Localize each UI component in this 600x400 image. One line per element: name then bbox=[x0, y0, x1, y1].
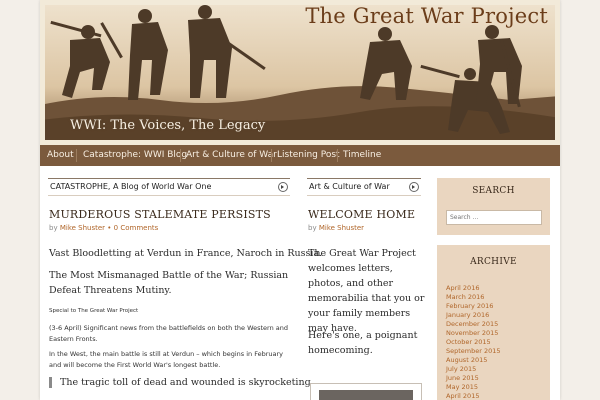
nav-item-timeline[interactable]: Timeline bbox=[343, 145, 381, 166]
post-paragraph-1: (3-6 April) Significant news from the ba… bbox=[49, 324, 289, 343]
archive-link[interactable]: January 2016 bbox=[446, 311, 489, 319]
art-widget-header[interactable]: Art & Culture of War bbox=[307, 178, 421, 196]
nav-item-about[interactable]: About bbox=[47, 145, 74, 166]
search-widget-title: SEARCH bbox=[472, 186, 515, 196]
thumbnail-image bbox=[319, 390, 413, 400]
archive-link[interactable]: February 2016 bbox=[446, 302, 493, 310]
archive-link[interactable]: November 2015 bbox=[446, 329, 498, 337]
archive-link[interactable]: December 2015 bbox=[446, 320, 498, 328]
blog-widget-title: CATASTROPHE, A Blog of World War One bbox=[50, 182, 212, 191]
search-input[interactable] bbox=[446, 210, 542, 225]
nav-item-catastrophe-blog[interactable]: Catastrophe: WWI Blog bbox=[83, 145, 187, 166]
byline-prefix: by bbox=[49, 224, 58, 232]
author-link[interactable]: Mike Shuster bbox=[319, 224, 364, 232]
nav-separator bbox=[180, 149, 181, 162]
site-title[interactable]: The Great War Project bbox=[305, 4, 548, 28]
site-tagline: WWI: The Voices, The Legacy bbox=[70, 118, 266, 133]
archive-link[interactable]: April 2015 bbox=[446, 392, 479, 400]
arrow-right-circle-icon[interactable] bbox=[409, 182, 419, 192]
post-title[interactable]: MURDEROUS STALEMATE PERSISTS bbox=[49, 208, 271, 221]
post-byline: by Mike Shuster bbox=[308, 224, 364, 232]
main-nav: About Catastrophe: WWI Blog Art & Cultur… bbox=[40, 145, 560, 166]
byline-separator: • bbox=[107, 224, 112, 232]
nav-item-art-culture[interactable]: Art & Culture of War bbox=[186, 145, 277, 166]
post-special-note: Special to The Great War Project bbox=[49, 308, 139, 314]
post-lead-2: The Most Mismanaged Battle of the War; R… bbox=[49, 270, 289, 296]
comments-link[interactable]: 0 Comments bbox=[114, 224, 159, 232]
arrow-right-circle-icon[interactable] bbox=[278, 182, 288, 192]
nav-separator bbox=[76, 149, 77, 162]
archive-widget: ARCHIVE April 2016 March 2016 February 2… bbox=[437, 245, 550, 400]
post-title-welcome[interactable]: WELCOME HOME bbox=[308, 208, 415, 221]
archive-link[interactable]: July 2015 bbox=[446, 365, 476, 373]
page: The Great War Project WWI: The Voices, T… bbox=[40, 0, 560, 400]
author-link[interactable]: Mike Shuster bbox=[60, 224, 105, 232]
post-lead-1: Vast Bloodletting at Verdun in France, N… bbox=[49, 248, 323, 259]
archive-link[interactable]: May 2015 bbox=[446, 383, 478, 391]
search-widget: SEARCH bbox=[437, 178, 550, 235]
welcome-paragraph-2: Here's one, a poignant homecoming. bbox=[308, 330, 418, 356]
nav-separator bbox=[337, 149, 338, 162]
site-header: The Great War Project WWI: The Voices, T… bbox=[40, 0, 560, 145]
post-blockquote: The tragic toll of dead and wounded is s… bbox=[49, 377, 314, 388]
art-widget-title: Art & Culture of War bbox=[309, 182, 390, 191]
archive-link[interactable]: March 2016 bbox=[446, 293, 484, 301]
post-thumbnail[interactable] bbox=[310, 383, 422, 400]
archive-link[interactable]: August 2015 bbox=[446, 356, 487, 364]
nav-separator bbox=[271, 149, 272, 162]
archive-link[interactable]: October 2015 bbox=[446, 338, 491, 346]
byline-prefix: by bbox=[308, 224, 317, 232]
archive-link[interactable]: September 2015 bbox=[446, 347, 501, 355]
archive-link[interactable]: June 2015 bbox=[446, 374, 479, 382]
post-byline: by Mike Shuster • 0 Comments bbox=[49, 224, 158, 232]
welcome-paragraph-1: The Great War Project welcomes letters, … bbox=[308, 248, 425, 334]
blog-widget-header[interactable]: CATASTROPHE, A Blog of World War One bbox=[48, 178, 290, 196]
nav-item-listening-post[interactable]: Listening Post bbox=[277, 145, 340, 166]
archive-link[interactable]: April 2016 bbox=[446, 284, 479, 292]
archive-widget-title: ARCHIVE bbox=[470, 257, 517, 267]
post-paragraph-2: In the West, the main battle is still at… bbox=[49, 350, 284, 369]
